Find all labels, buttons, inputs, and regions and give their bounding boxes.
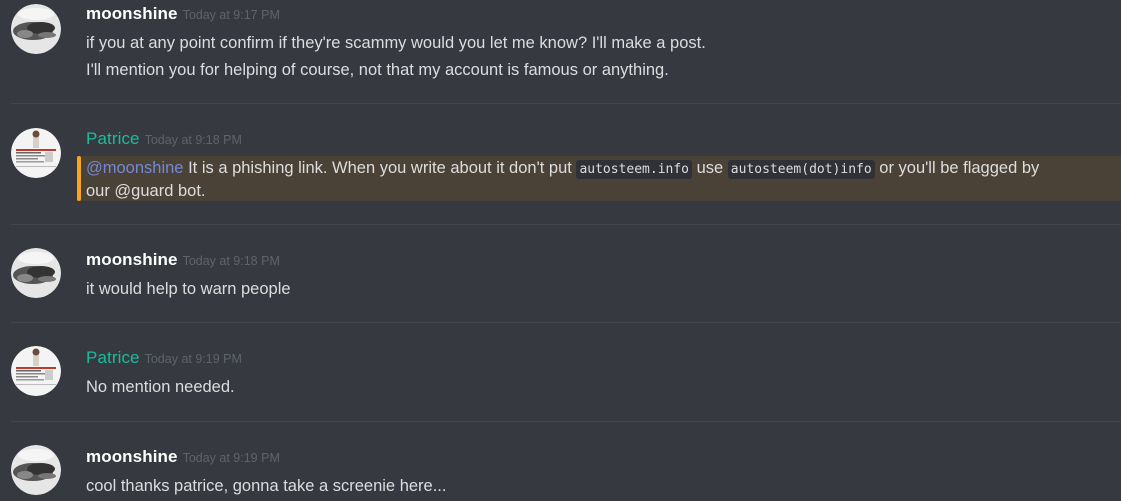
message-divider bbox=[11, 322, 1121, 323]
author-name[interactable]: moonshine bbox=[86, 447, 178, 466]
moonshine-avatar[interactable] bbox=[11, 445, 61, 495]
author-name[interactable]: Patrice bbox=[86, 348, 140, 367]
timestamp: Today at 9:19 PM bbox=[182, 451, 280, 465]
patrice-avatar-icon bbox=[11, 346, 61, 396]
mention-highlight-bar bbox=[77, 156, 81, 201]
message-header: Patrice Today at 9:19 PM bbox=[86, 348, 242, 370]
patrice-avatar-icon bbox=[11, 128, 61, 178]
message-divider bbox=[11, 224, 1121, 225]
moon-avatar-icon bbox=[11, 248, 61, 298]
author-name[interactable]: moonshine bbox=[86, 4, 178, 23]
patrice-avatar[interactable] bbox=[11, 128, 61, 178]
moonshine-avatar[interactable] bbox=[11, 248, 61, 298]
message-text: I'll mention you for helping of course, … bbox=[86, 61, 669, 79]
author-name[interactable]: moonshine bbox=[86, 250, 178, 269]
user-mention[interactable]: @moonshine bbox=[86, 159, 183, 177]
timestamp: Today at 9:18 PM bbox=[182, 254, 280, 268]
message-divider bbox=[11, 421, 1121, 422]
moon-avatar-icon bbox=[11, 4, 61, 54]
message-header: Patrice Today at 9:18 PM bbox=[86, 129, 242, 151]
message-text-part: use bbox=[692, 159, 728, 177]
message-text-part: or you'll be flagged by bbox=[874, 159, 1040, 177]
message-text: No mention needed. bbox=[86, 378, 235, 396]
timestamp: Today at 9:19 PM bbox=[144, 352, 242, 366]
inline-code: autosteem(dot)info bbox=[727, 160, 875, 179]
message-header: moonshine Today at 9:17 PM bbox=[86, 4, 280, 26]
message-text-part: It is a phishing link. When you write ab… bbox=[183, 159, 577, 177]
moonshine-avatar[interactable] bbox=[11, 4, 61, 54]
patrice-avatar[interactable] bbox=[11, 346, 61, 396]
chat-messages: moonshine Today at 9:17 PM if you at any … bbox=[0, 0, 1121, 501]
inline-code: autosteem.info bbox=[576, 160, 693, 179]
message-text: our @guard bot. bbox=[86, 182, 206, 200]
message-text: it would help to warn people bbox=[86, 280, 291, 298]
message-text: cool thanks patrice, gonna take a screen… bbox=[86, 477, 447, 495]
author-name[interactable]: Patrice bbox=[86, 129, 140, 148]
message-text: @moonshine It is a phishing link. When y… bbox=[86, 157, 1039, 181]
message-divider bbox=[11, 103, 1121, 104]
message-header: moonshine Today at 9:18 PM bbox=[86, 250, 280, 272]
message-header: moonshine Today at 9:19 PM bbox=[86, 447, 280, 469]
message-text: if you at any point confirm if they're s… bbox=[86, 34, 706, 52]
timestamp: Today at 9:18 PM bbox=[144, 133, 242, 147]
moon-avatar-icon bbox=[11, 445, 61, 495]
timestamp: Today at 9:17 PM bbox=[182, 8, 280, 22]
